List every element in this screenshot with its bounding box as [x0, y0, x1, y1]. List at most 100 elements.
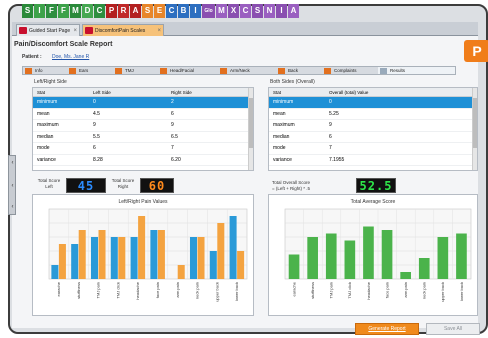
- table-cell: mean: [37, 110, 50, 117]
- section-tab-back[interactable]: Back: [276, 67, 322, 74]
- module-box[interactable]: F: [58, 4, 69, 18]
- patient-label: Patient :: [22, 54, 42, 60]
- module-box[interactable]: C: [240, 4, 251, 18]
- module-box[interactable]: P: [106, 4, 117, 18]
- left-stats-grid[interactable]: Stat Left Side Right Side minimum 0 2 mean 4…: [32, 87, 254, 171]
- save-all-button[interactable]: Save All: [426, 323, 480, 335]
- table-cell: 9: [171, 122, 174, 128]
- table-row[interactable]: variance 8.28 6.20: [33, 155, 253, 166]
- scrollbar-thumb[interactable]: [473, 98, 477, 148]
- module-box[interactable]: I: [276, 4, 287, 18]
- total-overall-score-display: 52.5: [356, 178, 396, 193]
- table-cell: minimum: [37, 99, 58, 105]
- arm-icon: [220, 68, 227, 74]
- table-cell: 7: [171, 145, 174, 151]
- x-tick-label: arm pain: [403, 282, 408, 298]
- column-header[interactable]: Stat: [269, 88, 325, 96]
- module-box[interactable]: C: [94, 4, 105, 18]
- complaints-icon: [324, 68, 331, 74]
- left-right-pain-chart-svg: Left/Right Pain Values earache stuffiness T…: [48, 199, 248, 302]
- page-title: Pain/Discomfort Scale Report: [14, 41, 113, 48]
- tab-discomfort-pain-scales[interactable]: DiscomfortPain Scales ×: [82, 24, 164, 36]
- left-right-pain-chart: Left/Right Pain Values earache stuffiness T…: [32, 194, 254, 316]
- jaw-icon: [115, 68, 122, 74]
- x-tick-label: stuffiness: [76, 282, 81, 299]
- module-box[interactable]: N: [264, 4, 275, 18]
- grid-header: Stat Overall (total) Value: [269, 88, 477, 97]
- table-row[interactable]: mean 5.25: [269, 109, 477, 120]
- side-control-strip[interactable]: ‹ ‹ ‹: [8, 155, 16, 215]
- module-box[interactable]: I: [34, 4, 45, 18]
- module-box[interactable]: Glo: [202, 4, 215, 18]
- column-header[interactable]: Overall (total) Value: [325, 88, 465, 96]
- bar: [400, 272, 411, 279]
- table-row[interactable]: median 6: [269, 132, 477, 143]
- total-average-chart-svg: Total Average Score earache stuffiness TMJ …: [284, 199, 472, 302]
- table-row[interactable]: variance 7.1955: [269, 155, 477, 166]
- patient-name-link[interactable]: Doe, Ms. Jane R: [52, 54, 89, 60]
- scrollbar[interactable]: [472, 88, 477, 170]
- section-tab-results[interactable]: Results: [378, 67, 455, 74]
- tab-bar: Guided Start Page × DiscomfortPain Scale…: [12, 22, 478, 36]
- module-box[interactable]: F: [46, 4, 57, 18]
- section-tab-head-facial[interactable]: Head/Facial: [158, 67, 218, 74]
- back-icon: [278, 68, 285, 74]
- table-cell: mode: [37, 145, 50, 151]
- right-grid-title: Both Sides (Overall): [270, 79, 315, 85]
- table-cell: 6.5: [171, 133, 178, 140]
- chart-title: Total Average Score: [351, 199, 396, 205]
- table-row[interactable]: minimum 0 2: [33, 97, 253, 109]
- bar: [51, 265, 59, 279]
- table-row[interactable]: mean 4.5 6: [33, 109, 253, 120]
- section-tab-info[interactable]: Info: [23, 67, 67, 74]
- scrollbar[interactable]: [248, 88, 253, 170]
- module-box[interactable]: I: [190, 4, 201, 18]
- total-score-right-display: 60: [140, 178, 174, 193]
- generate-report-button[interactable]: Generate Report: [355, 323, 419, 335]
- table-cell: minimum: [273, 99, 294, 105]
- module-box[interactable]: B: [178, 4, 189, 18]
- table-row[interactable]: maximum 9: [269, 120, 477, 132]
- module-box[interactable]: M: [70, 4, 81, 18]
- section-tab-tmj[interactable]: TMJ: [113, 67, 158, 74]
- column-header[interactable]: Stat: [33, 88, 89, 96]
- module-box[interactable]: S: [22, 4, 33, 18]
- table-cell: variance: [37, 156, 56, 163]
- bar: [456, 233, 467, 279]
- table-cell: 6: [93, 145, 96, 151]
- arrow-left-icon[interactable]: ‹: [10, 183, 15, 189]
- table-row[interactable]: mode 6 7: [33, 143, 253, 155]
- table-row[interactable]: median 5.5 6.5: [33, 132, 253, 143]
- bar: [237, 251, 245, 279]
- section-tab-ears[interactable]: Ears: [67, 67, 113, 74]
- column-header[interactable]: Right Side: [167, 88, 247, 96]
- column-header[interactable]: Left Side: [89, 88, 167, 96]
- right-stats-grid[interactable]: Stat Overall (total) Value minimum 0 mean 5…: [268, 87, 478, 171]
- table-cell: 6: [171, 110, 174, 117]
- table-cell: 9: [93, 122, 96, 128]
- x-tick-label: lower back: [234, 282, 239, 301]
- module-box[interactable]: S: [252, 4, 263, 18]
- module-box[interactable]: X: [228, 4, 239, 18]
- bar: [58, 244, 66, 279]
- module-box[interactable]: A: [288, 4, 299, 18]
- module-box[interactable]: E: [154, 4, 165, 18]
- module-box[interactable]: C: [166, 4, 177, 18]
- table-row[interactable]: maximum 9 9: [33, 120, 253, 132]
- arrow-left-icon[interactable]: ‹: [10, 204, 15, 210]
- module-box[interactable]: S: [142, 4, 153, 18]
- table-row[interactable]: minimum 0: [269, 97, 477, 109]
- scrollbar-thumb[interactable]: [249, 98, 253, 148]
- tab-guided-start-page[interactable]: Guided Start Page ×: [16, 24, 80, 36]
- chart-title: Left/Right Pain Values: [118, 199, 168, 205]
- x-tick-label: neck pain: [195, 282, 200, 299]
- module-box[interactable]: M: [216, 4, 227, 18]
- module-box[interactable]: D: [82, 4, 93, 18]
- arrow-left-icon[interactable]: ‹: [10, 160, 15, 166]
- section-tab-complaints[interactable]: Complaints: [322, 67, 378, 74]
- total-score-left-label: Total Score Left: [37, 178, 61, 189]
- table-row[interactable]: mode 7: [269, 143, 477, 155]
- module-box[interactable]: A: [130, 4, 141, 18]
- module-box[interactable]: R: [118, 4, 129, 18]
- section-tab-arm-neck[interactable]: Arm/Neck: [218, 67, 276, 74]
